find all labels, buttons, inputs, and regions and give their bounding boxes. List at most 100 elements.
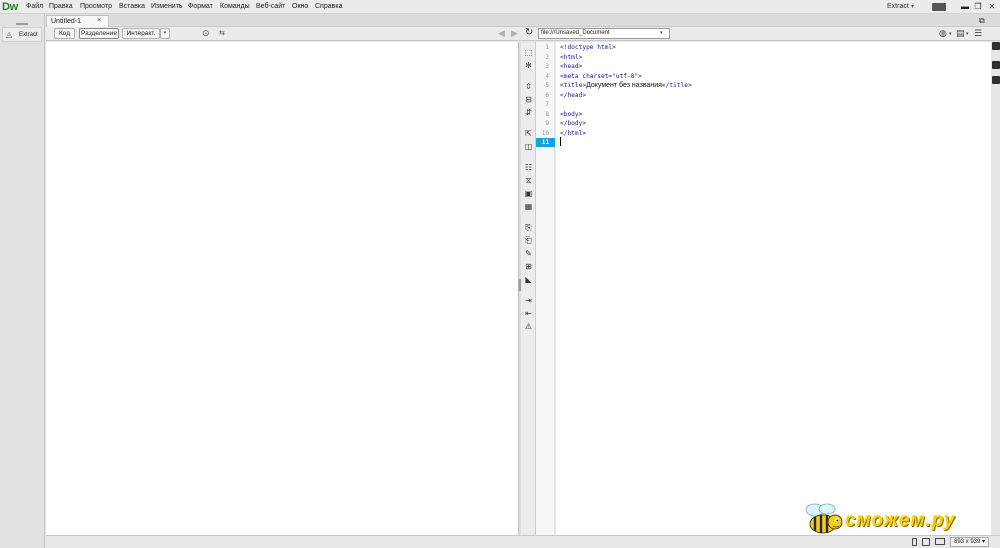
line-number: 6: [545, 91, 549, 99]
watermark: сможем.ру: [797, 500, 997, 538]
move-css-icon[interactable]: ◣: [523, 274, 534, 285]
extract-panel-button[interactable]: ◬ Extract: [2, 27, 42, 42]
title-open-tag: <title>: [560, 82, 587, 89]
line-number: 7: [545, 101, 549, 108]
line-number: 5: [545, 82, 549, 89]
code-line-title[interactable]: <title>Документ без названия</title>: [560, 81, 692, 90]
globe-icon[interactable]: ◍: [939, 28, 947, 39]
line-number: 3: [545, 63, 549, 70]
menu-view[interactable]: Просмотр: [80, 3, 112, 11]
chevron-down-icon[interactable]: ▾: [911, 3, 914, 10]
menu-help[interactable]: Справка: [315, 3, 342, 11]
show-code-navigator-icon[interactable]: ✻: [523, 60, 534, 71]
back-arrow-icon[interactable]: ◀: [498, 28, 505, 39]
select-parent-tag-icon[interactable]: ⇱: [523, 128, 534, 139]
minimize-icon[interactable]: ▬: [960, 2, 970, 12]
line-number: 2: [545, 53, 549, 61]
menu-site[interactable]: Веб-сайт: [256, 3, 285, 11]
design-view[interactable]: [46, 42, 519, 535]
syntax-coloring-icon[interactable]: ▣: [523, 188, 534, 199]
code-line[interactable]: <!doctype html>: [560, 43, 616, 52]
chevron-down-icon[interactable]: ▾: [949, 31, 952, 37]
address-bar[interactable]: ▾: [538, 28, 670, 39]
code-line[interactable]: <meta charset="utf-8">: [560, 72, 642, 81]
line-number-gutter: 1 2 3 4 5 6 7 8 9 10 11: [536, 42, 555, 535]
window-size-dropdown[interactable]: 893 x 939 ▾: [950, 537, 990, 547]
tab-untitled-1[interactable]: Untitled-1 ×: [46, 15, 109, 27]
maximize-icon[interactable]: ❐: [973, 2, 983, 12]
indent-code-icon[interactable]: ⇥: [523, 295, 534, 306]
code-editor[interactable]: <!doctype html> <html> <head> <meta char…: [556, 42, 991, 535]
chevron-down-icon[interactable]: ▾: [160, 28, 170, 39]
options-menu-icon[interactable]: ☰: [974, 28, 982, 39]
code-line[interactable]: <body>: [560, 110, 582, 119]
close-tab-icon[interactable]: ×: [97, 17, 101, 24]
code-line[interactable]: </head>: [560, 91, 586, 100]
desktop-size-icon[interactable]: [935, 538, 945, 545]
bee-logo-icon: [805, 503, 843, 534]
line-numbers-icon[interactable]: ☷: [523, 162, 534, 173]
active-line-number: 11: [536, 138, 555, 147]
code-line[interactable]: <html>: [560, 53, 582, 62]
file-management-icon[interactable]: ▤: [956, 28, 965, 39]
tablet-size-icon[interactable]: [922, 538, 930, 546]
menu-modify[interactable]: Изменить: [151, 3, 183, 11]
workspace-switcher[interactable]: Extract: [887, 3, 909, 10]
live-view-button[interactable]: Интеракт.: [122, 28, 160, 39]
text-caret: [560, 137, 561, 146]
css-panel-icon[interactable]: [992, 76, 1000, 84]
outdent-code-icon[interactable]: ⇤: [523, 308, 534, 319]
remove-comment-icon[interactable]: ⎗: [523, 235, 534, 246]
code-view-button[interactable]: Код: [54, 28, 75, 39]
highlight-invalid-code-icon[interactable]: ⧖: [523, 175, 534, 186]
menu-file[interactable]: Файл: [26, 3, 43, 11]
files-panel-icon[interactable]: [992, 61, 1000, 69]
format-source-code-icon[interactable]: ⚠: [523, 321, 534, 332]
balance-braces-icon[interactable]: ◫: [523, 141, 534, 152]
insert-panel-icon[interactable]: [992, 42, 1000, 50]
code-line[interactable]: </body>: [560, 119, 586, 128]
collapse-selection-icon[interactable]: ⊟: [523, 94, 534, 105]
restore-document-icon[interactable]: ⧉: [979, 16, 985, 26]
inspect-icon[interactable]: ⊙: [202, 28, 210, 39]
apply-comment-icon[interactable]: ⎘: [523, 222, 534, 233]
code-line[interactable]: </html>: [560, 129, 586, 138]
address-input[interactable]: [541, 29, 659, 38]
recent-snippets-icon[interactable]: ⊞: [523, 261, 534, 272]
title-text: Документ без названия: [586, 82, 662, 89]
close-icon[interactable]: ✕: [987, 2, 997, 12]
mobile-size-icon[interactable]: [912, 538, 917, 546]
chevron-down-icon[interactable]: ▾: [660, 30, 663, 36]
title-close-tag: </title>: [661, 82, 692, 89]
visual-aids-icon[interactable]: ⇆: [219, 29, 225, 37]
panel-grip[interactable]: [16, 23, 28, 25]
menu-insert[interactable]: Вставка: [119, 3, 145, 11]
code-line[interactable]: <head>: [560, 62, 582, 71]
document-toolbar: Код Разделение Интеракт. ▾ ⊙ ⇆ ◀ ▶ ↻ ▾ ◍…: [46, 27, 1000, 41]
auto-indent-icon[interactable]: ▦: [523, 201, 534, 212]
sync-settings-icon[interactable]: [932, 3, 946, 11]
menu-edit[interactable]: Правка: [49, 3, 73, 11]
line-number: 4: [545, 72, 549, 80]
line-number: 8: [545, 110, 549, 118]
menu-format[interactable]: Формат: [188, 3, 213, 11]
wrap-tag-icon[interactable]: ✎: [523, 248, 534, 259]
tab-label: Untitled-1: [51, 18, 81, 25]
menu-commands[interactable]: Команды: [220, 3, 250, 11]
split-view-button[interactable]: Разделение: [79, 28, 119, 39]
collapse-full-tag-icon[interactable]: ⇳: [523, 81, 534, 92]
dreamweaver-logo: Dw: [2, 1, 18, 13]
line-number: 10: [541, 129, 549, 137]
expand-all-icon[interactable]: ⇵: [523, 107, 534, 118]
refresh-icon[interactable]: ↻: [525, 27, 533, 38]
chevron-down-icon[interactable]: ▾: [966, 31, 969, 37]
line-number: 9: [545, 120, 549, 127]
right-panel-strip: [991, 41, 1000, 121]
line-number: 1: [545, 44, 549, 51]
menu-window[interactable]: Окно: [292, 3, 308, 11]
forward-arrow-icon[interactable]: ▶: [511, 28, 518, 39]
extract-label: Extract: [19, 32, 38, 38]
watermark-text: сможем.ру: [845, 510, 956, 531]
open-documents-icon[interactable]: ⬚: [523, 47, 534, 58]
menu-bar: Dw Файл Правка Просмотр Вставка Изменить…: [0, 0, 1000, 14]
